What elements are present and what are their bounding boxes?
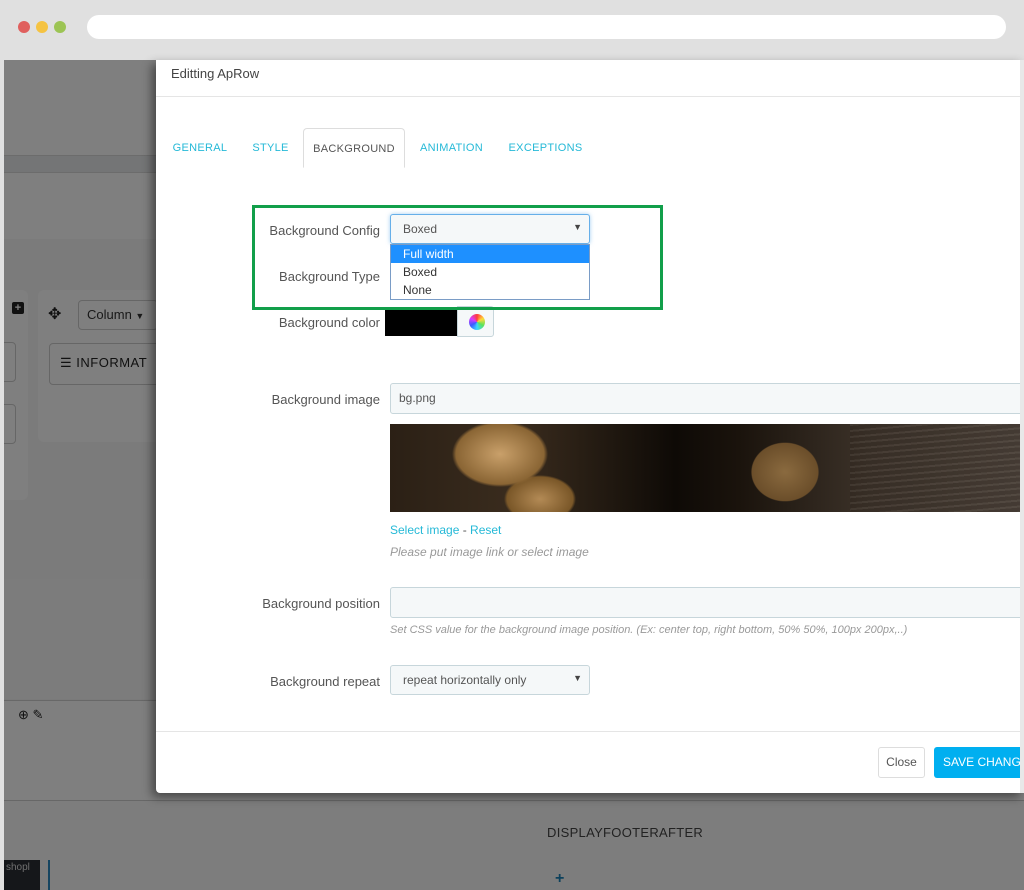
background-image-help: Please put image link or select image [390,545,589,559]
caret-down-icon: ▼ [573,673,582,683]
background-image-input[interactable]: bg.png [390,383,1024,414]
background-image-label: Background image [271,392,380,407]
background-config-options: Full width Boxed None [390,244,590,300]
background-color-swatch[interactable] [385,308,457,336]
modal-header: Editting ApRow [156,60,1024,97]
window-maximize-button[interactable] [54,21,66,33]
option-boxed[interactable]: Boxed [391,263,589,281]
tab-bar: GENERAL STYLE BACKGROUND ANIMATION EXCEP… [156,128,1024,168]
edit-row-modal: Editting ApRow GENERAL STYLE BACKGROUND … [156,60,1024,793]
background-position-label: Background position [262,596,380,611]
background-position-help: Set CSS value for the background image p… [390,624,908,636]
modal-scrollbar[interactable] [1020,60,1024,793]
tab-background[interactable]: BACKGROUND [303,128,405,168]
reset-link[interactable]: Reset [470,523,501,537]
window-close-button[interactable] [18,21,30,33]
option-full-width[interactable]: Full width [391,245,589,263]
window-minimize-button[interactable] [36,21,48,33]
background-position-input[interactable] [390,587,1024,618]
caret-down-icon: ▼ [573,222,582,232]
background-repeat-label: Background repeat [270,674,380,689]
background-type-label: Background Type [279,269,380,284]
close-button[interactable]: Close [878,747,925,778]
tab-style[interactable]: STYLE [248,128,293,168]
tab-animation[interactable]: ANIMATION [414,128,489,168]
background-config-select[interactable]: Boxed ▼ [390,214,590,244]
color-picker-button[interactable] [457,306,494,337]
tab-exceptions[interactable]: EXCEPTIONS [508,128,583,168]
tab-general[interactable]: GENERAL [170,128,230,168]
option-none[interactable]: None [391,281,589,299]
background-repeat-select[interactable]: repeat horizontally only ▼ [390,665,590,695]
color-wheel-icon [469,314,485,330]
background-color-label: Background color [278,315,380,330]
save-changes-button[interactable]: SAVE CHANGES [934,747,1024,778]
browser-chrome [0,0,1024,60]
select-image-link[interactable]: Select image [390,523,459,537]
image-links: Select image - Reset [390,523,502,537]
modal-title: Editting ApRow [171,66,260,81]
background-config-label: Background Config [269,223,380,238]
address-bar[interactable] [87,15,1006,39]
background-image-preview [390,424,1024,512]
